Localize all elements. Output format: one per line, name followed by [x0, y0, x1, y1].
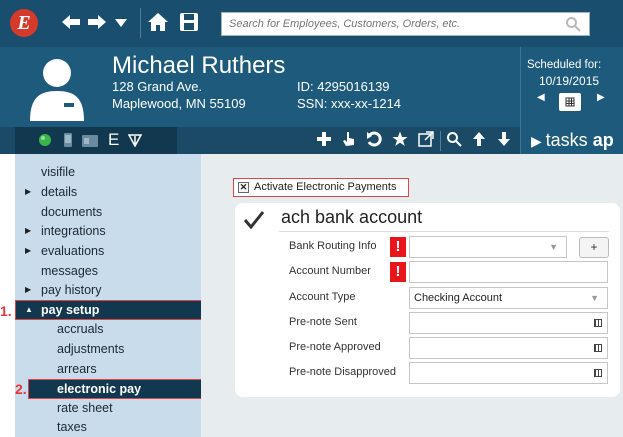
calendar-icon[interactable]	[594, 344, 602, 352]
sidebar-item-taxes[interactable]: taxes	[57, 418, 87, 436]
calendar-icon	[565, 97, 575, 107]
account-number-input[interactable]	[409, 261, 608, 283]
sidebar-item-documents[interactable]: documents	[41, 203, 102, 221]
sidebar-margin	[0, 154, 15, 437]
export-icon[interactable]	[418, 131, 434, 152]
caret-right-icon[interactable]: ▶	[25, 246, 31, 255]
pre-note-approved-date-field[interactable]	[409, 337, 608, 359]
schedule-label: Scheduled for:	[527, 59, 602, 71]
app-logo-icon[interactable]: E	[10, 9, 38, 37]
avatar	[30, 59, 84, 121]
phone-icon[interactable]	[62, 133, 74, 152]
calendar-icon[interactable]	[594, 369, 602, 377]
search-input[interactable]	[229, 13, 559, 35]
employee-address-line2: Maplewood, MN 55109	[112, 96, 246, 111]
tasks-tab[interactable]: ▶ tasks ap	[520, 127, 623, 154]
sidebar-item-rate-sheet[interactable]: rate sheet	[57, 399, 113, 417]
step-marker-1: 1.	[0, 303, 12, 319]
calendar-icon[interactable]	[594, 319, 602, 327]
field-label-account-type: Account Type	[289, 291, 356, 303]
add-icon[interactable]	[316, 131, 332, 152]
required-icon: !	[390, 262, 406, 282]
calendar-button[interactable]	[559, 93, 581, 111]
search-icon[interactable]	[565, 16, 581, 37]
sidebar-item-adjustments[interactable]: adjustments	[57, 340, 124, 358]
pre-note-disapproved-date-field[interactable]	[409, 362, 608, 384]
employee-address-line1: 128 Grand Ave.	[112, 79, 203, 94]
tasks-label: tasks	[545, 130, 588, 150]
id-card-icon[interactable]	[82, 134, 98, 152]
required-icon: !	[390, 237, 406, 257]
checkmark-icon	[243, 210, 265, 236]
sidebar-item-visifile[interactable]: visifile	[41, 163, 75, 181]
employee-name: Michael Ruthers	[112, 52, 286, 79]
activate-electronic-payments-checkbox[interactable]: ✕ Activate Electronic Payments	[233, 178, 409, 197]
next-tab-label[interactable]: ap	[593, 130, 614, 150]
pointer-hand-icon[interactable]	[342, 131, 356, 152]
field-label-pre-note-sent: Pre-note Sent	[289, 316, 357, 328]
caret-right-icon[interactable]: ▶	[25, 285, 31, 294]
chevron-down-icon: ▼	[549, 242, 558, 252]
sidebar-item-arrears[interactable]: arrears	[57, 360, 97, 378]
activate-label: Activate Electronic Payments	[254, 181, 397, 193]
add-bank-routing-button[interactable]: +	[579, 237, 609, 258]
pre-note-sent-date-field[interactable]	[409, 312, 608, 334]
medical-icon[interactable]	[127, 133, 143, 152]
global-search[interactable]	[221, 12, 590, 36]
e-verify-icon[interactable]: E	[108, 131, 119, 149]
account-type-dropdown[interactable]: Checking Account ▼	[409, 287, 608, 309]
sidebar-item-electronic-pay[interactable]: electronic pay	[57, 380, 141, 398]
field-label-pre-note-disapproved: Pre-note Disapproved	[289, 366, 397, 378]
toolbar-divider	[140, 8, 141, 38]
star-icon[interactable]	[392, 131, 408, 152]
caret-right-icon[interactable]: ▶	[25, 226, 31, 235]
sidebar-item-messages[interactable]: messages	[41, 262, 98, 280]
step-marker-2: 2.	[15, 381, 27, 397]
sidebar-item-details[interactable]: details	[41, 183, 77, 201]
sidebar-item-integrations[interactable]: integrations	[41, 222, 106, 240]
schedule-date: 10/19/2015	[539, 74, 600, 88]
forward-arrow-icon[interactable]	[86, 11, 108, 39]
chevron-down-icon: ▼	[590, 293, 599, 303]
card-divider	[279, 231, 609, 232]
field-label-bank-routing-info: Bank Routing Info	[289, 240, 377, 252]
employee-id: ID: 4295016139	[297, 79, 390, 94]
sidebar-item-pay-history[interactable]: pay history	[41, 281, 101, 299]
refresh-icon[interactable]	[366, 131, 382, 152]
back-arrow-icon[interactable]	[60, 11, 82, 39]
employee-ssn: SSN: xxx-xx-1214	[297, 96, 402, 111]
field-label-pre-note-approved: Pre-note Approved	[289, 341, 381, 353]
search-icon[interactable]	[446, 131, 462, 152]
prev-date-icon[interactable]: ◀	[537, 92, 545, 103]
checkbox-checked-icon[interactable]: ✕	[238, 182, 249, 193]
bank-routing-info-dropdown[interactable]: ▼	[409, 236, 567, 258]
arrow-down-icon[interactable]	[497, 131, 511, 152]
sidebar-item-accruals[interactable]: accruals	[57, 320, 104, 338]
play-icon: ▶	[531, 133, 546, 149]
save-disk-icon[interactable]	[178, 11, 200, 39]
sidebar-item-evaluations[interactable]: evaluations	[41, 242, 104, 260]
account-type-value: Checking Account	[414, 292, 503, 304]
arrow-up-icon[interactable]	[472, 131, 486, 152]
card-title: ach bank account	[281, 207, 423, 227]
schedule-panel: Scheduled for: 10/19/2015 ◀ ▶	[520, 47, 623, 127]
history-dropdown-icon[interactable]	[114, 11, 128, 39]
field-label-account-number: Account Number	[289, 265, 371, 277]
home-icon[interactable]	[147, 11, 169, 39]
caret-expanded-icon[interactable]: ▲	[25, 305, 33, 314]
toolbar-divider	[440, 131, 441, 151]
next-date-icon[interactable]: ▶	[597, 92, 605, 103]
caret-right-icon[interactable]: ▶	[25, 187, 31, 196]
status-green-icon	[38, 133, 52, 152]
sidebar-item-pay-setup[interactable]: pay setup	[41, 301, 99, 319]
employee-header: Michael Ruthers 128 Grand Ave. Maplewood…	[0, 47, 520, 127]
